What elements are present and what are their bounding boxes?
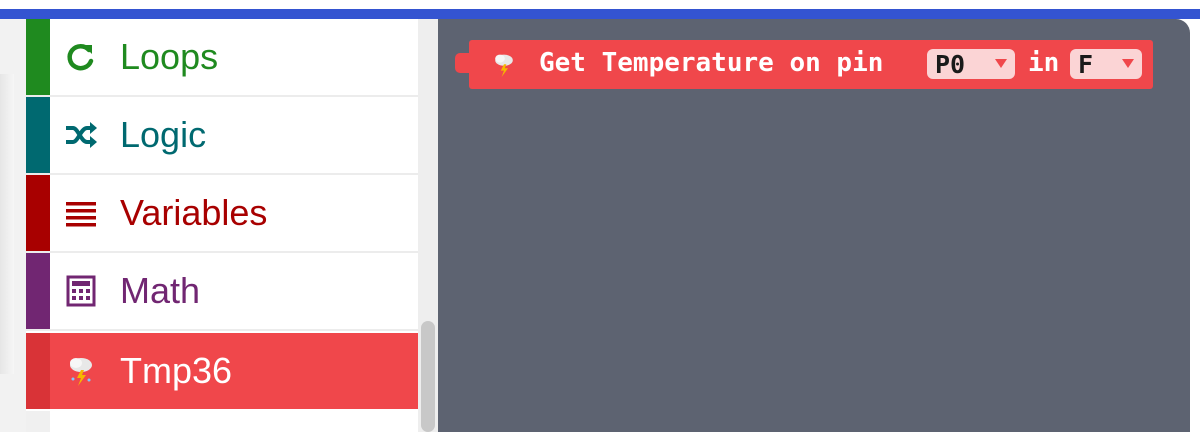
block-text-in: in [1028, 48, 1060, 78]
toolbox-category-math[interactable]: Math [26, 253, 418, 331]
toolbox-category-next-partial[interactable] [26, 411, 418, 432]
thermometer-storm-icon [491, 52, 517, 78]
toolbox-category-loops[interactable]: Loops [26, 19, 418, 97]
category-label: Tmp36 [120, 350, 233, 391]
category-color-stripe [26, 411, 50, 432]
pin-dropdown-value: P0 [935, 49, 966, 79]
left-edge-panel [0, 19, 26, 432]
toolbox-scrollbar[interactable] [418, 19, 438, 432]
toolbox-scrollbar-thumb[interactable] [421, 321, 435, 432]
left-edge-shadow [0, 74, 14, 374]
category-label: Logic [120, 114, 207, 155]
thermometer-storm-icon [64, 354, 98, 388]
get-temperature-block[interactable]: Get Temperature on pin P0 in F [455, 40, 1153, 89]
category-color-stripe [26, 97, 50, 173]
calculator-icon [64, 274, 98, 308]
toolbox: Loops Logic Variables Math Tmp36 [26, 19, 418, 432]
top-bar [0, 0, 1200, 19]
toolbox-category-logic[interactable]: Logic [26, 97, 418, 175]
block-connector-notch [455, 53, 471, 73]
category-label: Math [120, 270, 201, 311]
toolbox-category-variables[interactable]: Variables [26, 175, 418, 253]
unit-dropdown[interactable]: F [1070, 49, 1142, 79]
category-color-stripe [26, 253, 50, 329]
category-color-stripe [26, 333, 50, 409]
category-label: Loops [120, 36, 219, 77]
right-edge [1190, 19, 1200, 432]
list-icon [64, 196, 98, 230]
category-label: Variables [120, 192, 268, 233]
refresh-icon [64, 40, 98, 74]
pin-dropdown[interactable]: P0 [927, 49, 1015, 79]
category-color-stripe [26, 175, 50, 251]
block-text-get-temperature: Get Temperature on pin [539, 48, 884, 78]
chevron-down-icon [995, 59, 1007, 68]
chevron-down-icon [1122, 59, 1134, 68]
shuffle-icon [64, 118, 98, 152]
category-color-stripe [26, 19, 50, 95]
unit-dropdown-value: F [1078, 49, 1094, 79]
top-accent-line [0, 9, 1200, 19]
toolbox-category-tmp36[interactable]: Tmp36 [26, 333, 418, 409]
